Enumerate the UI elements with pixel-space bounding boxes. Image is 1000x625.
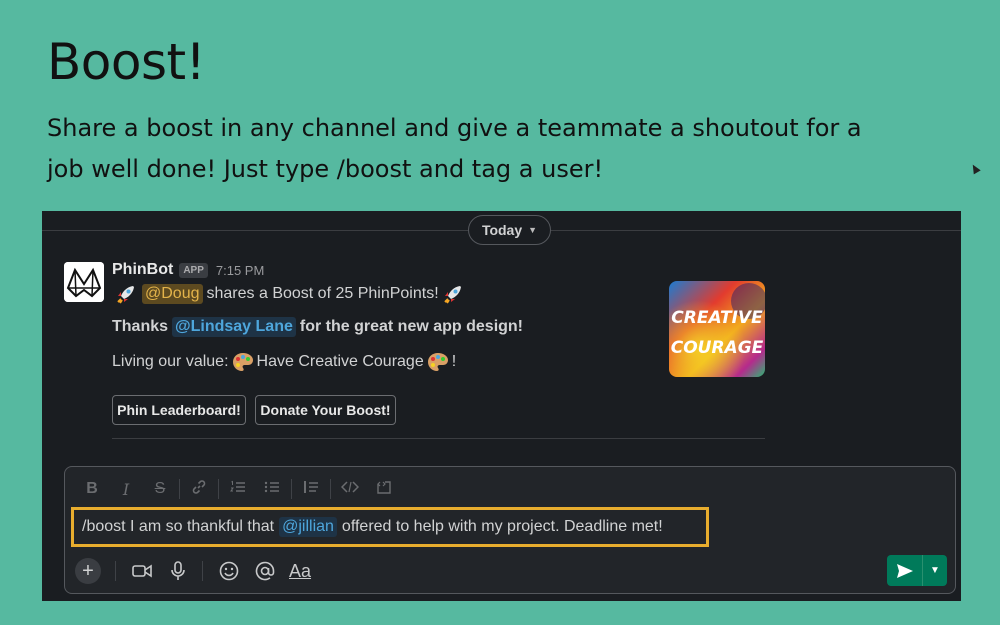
emoji-icon[interactable] [217, 559, 241, 583]
input-text-after: offered to help with my project. Deadlin… [341, 518, 663, 535]
slack-screenshot: Today ▼ PhinBot APP 7:15 PM @Doug shares… [42, 211, 961, 601]
mention-jillian[interactable]: @jillian [279, 517, 337, 537]
donate-boost-button[interactable]: Donate Your Boost! [255, 395, 396, 425]
bulleted-list-icon[interactable] [255, 479, 289, 500]
link-icon[interactable] [182, 479, 216, 500]
date-divider-label: Today [481, 222, 523, 238]
send-icon [896, 563, 913, 578]
formatting-toggle[interactable]: Aa [289, 561, 311, 582]
chevron-down-icon: ▼ [528, 225, 538, 235]
artist-palette-icon [232, 353, 253, 371]
message-input[interactable]: /boost I am so thankful that @jillian of… [71, 507, 709, 547]
thanks-suffix: for the great new app design! [299, 318, 524, 335]
page-description: Share a boost in any channel and give a … [47, 114, 862, 183]
rocket-icon [443, 286, 461, 304]
bot-avatar[interactable] [64, 262, 104, 302]
video-icon[interactable] [130, 559, 154, 583]
send-button-group: ▼ [887, 555, 947, 586]
message-timestamp[interactable]: 7:15 PM [216, 263, 264, 278]
input-text-before: /boost I am so thankful that [82, 518, 275, 535]
app-badge: APP [179, 262, 208, 278]
phin-leaderboard-button[interactable]: Phin Leaderboard! [112, 395, 246, 425]
rocket-icon [117, 286, 134, 304]
ordered-list-icon[interactable] [221, 479, 255, 500]
add-attachment-button[interactable]: + [75, 558, 101, 584]
value-prefix: Living our value: [112, 353, 229, 370]
message-composer: B I S /boost I am so thankful that @jill… [64, 466, 956, 594]
mention-doug[interactable]: @Doug [142, 284, 203, 304]
date-divider-button[interactable]: Today ▼ [468, 215, 551, 245]
boost-text: shares a Boost of 25 PhinPoints! [206, 285, 439, 302]
thanks-prefix: Thanks [112, 318, 169, 335]
value-name: Have Creative Courage [256, 353, 424, 370]
page-title: Boost! [47, 33, 206, 91]
image-text-courage: COURAGE [671, 338, 764, 358]
microphone-icon[interactable] [166, 559, 190, 583]
creative-courage-artwork: CREATIVE COURAGE [669, 281, 765, 377]
creative-courage-image[interactable]: CREATIVE COURAGE [669, 281, 765, 377]
schedule-send-chevron-icon[interactable]: ▼ [923, 555, 947, 586]
formatting-toolbar: B I S [75, 477, 401, 501]
message-line-thanks: Thanks @Lindsay Lane for the great new a… [112, 317, 523, 337]
blockquote-icon[interactable] [294, 479, 328, 500]
message-line-boost: @Doug shares a Boost of 25 PhinPoints! [112, 283, 467, 305]
mouse-cursor-icon [969, 162, 981, 175]
message-separator [112, 438, 765, 439]
mention-icon[interactable] [253, 559, 277, 583]
code-icon[interactable] [333, 479, 367, 500]
italic-icon[interactable]: I [109, 480, 143, 499]
message-header: PhinBot APP 7:15 PM [112, 261, 264, 279]
value-suffix: ! [451, 353, 457, 370]
code-block-icon[interactable] [367, 479, 401, 500]
composer-actions: + Aa [75, 557, 311, 585]
image-text-creative: CREATIVE [671, 308, 763, 328]
phinbot-logo-icon [64, 262, 104, 302]
mention-lindsay[interactable]: @Lindsay Lane [172, 317, 296, 337]
bold-icon[interactable]: B [75, 480, 109, 498]
send-button[interactable] [887, 555, 923, 586]
strikethrough-icon[interactable]: S [143, 480, 177, 498]
artist-palette-icon [427, 353, 448, 371]
bot-name[interactable]: PhinBot [112, 261, 173, 279]
message-line-value: Living our value: Have Creative Courage … [112, 351, 456, 373]
